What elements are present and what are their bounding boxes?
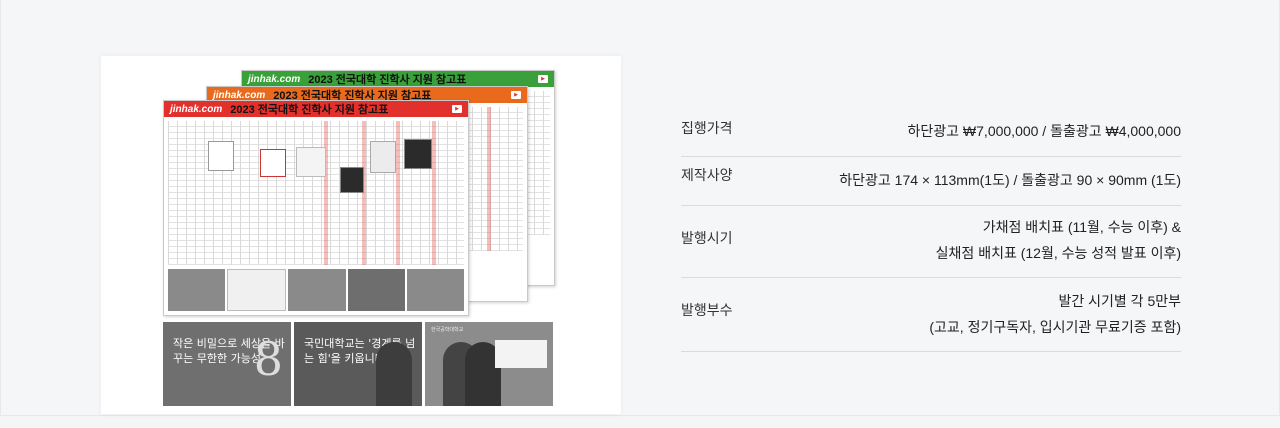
spec-label: 발행시기	[681, 230, 733, 246]
ad-preview-image: jinhak.com 2023 전국대학 진학사 지원 참고표 ▶ jinhak.c…	[101, 56, 621, 414]
sheet-chip: ▶	[511, 91, 521, 99]
popout-ad-thumb	[296, 147, 326, 177]
spec-row-price: 집행가격 하단광고 ₩7,000,000 / 돌출광고 ₩4,000,000	[681, 108, 1181, 157]
sheet-brand: jinhak.com	[170, 103, 223, 115]
ad-spec-table: 집행가격 하단광고 ₩7,000,000 / 돌출광고 ₩4,000,000 제…	[681, 108, 1181, 352]
sheet-chip: ▶	[538, 75, 548, 83]
highlight-column	[396, 121, 400, 265]
spec-label: 집행가격	[681, 120, 733, 136]
spec-value: 하단광고 174 × 113mm(1도) / 돌출광고 90 × 90mm (1…	[839, 172, 1181, 188]
sheet-brand: jinhak.com	[248, 73, 301, 85]
spec-label: 제작사양	[681, 167, 733, 183]
spec-row-size: 제작사양 하단광고 174 × 113mm(1도) / 돌출광고 90 × 90…	[681, 157, 1181, 206]
university-ad-3: 한국공학대학교	[425, 322, 553, 406]
highlight-column	[487, 107, 491, 251]
spec-row-timing: 발행시기 가채점 배치표 (11월, 수능 이후) & 실채점 배치표 (12월…	[681, 206, 1181, 278]
spec-value: 하단광고 ₩7,000,000 / 돌출광고 ₩4,000,000	[907, 123, 1181, 139]
content-frame: jinhak.com 2023 전국대학 진학사 지원 참고표 ▶ jinhak.c…	[0, 0, 1280, 416]
spec-row-copies: 발행부수 발간 시기별 각 5만부 (고교, 정기구독자, 입시기관 무료기증 …	[681, 278, 1181, 352]
sheet-title: 2023 전국대학 진학사 지원 참고표	[230, 104, 389, 116]
ad-text: 한국공학대학교	[431, 327, 464, 333]
popout-ad-thumb	[404, 139, 432, 169]
spec-label: 발행부수	[681, 302, 733, 318]
chart-sheet-red: jinhak.com 2023 전국대학 진학사 지원 참고표 ▶	[163, 100, 469, 316]
bottom-ad-strip	[168, 269, 465, 311]
popout-ad-thumb	[370, 141, 396, 173]
spec-value-line: 발간 시기별 각 5만부	[1058, 293, 1182, 309]
university-ad-2: 국민대학교는 '경계를 넘는 힘'을 키웁니다	[294, 322, 422, 406]
spec-value-line: (고교, 정기구독자, 입시기관 무료기증 포함)	[929, 319, 1181, 335]
spec-value-line: 실채점 배치표 (12월, 수능 성적 발표 이후)	[935, 245, 1181, 261]
spec-value: 발간 시기별 각 5만부 (고교, 정기구독자, 입시기관 무료기증 포함)	[929, 278, 1181, 340]
highlight-column	[432, 121, 436, 265]
highlight-column	[362, 121, 366, 265]
popout-ad-thumb	[208, 141, 234, 171]
ad-info-panel	[495, 340, 547, 368]
sheet-chip: ▶	[452, 105, 462, 113]
highlight-column	[324, 121, 328, 265]
sheet-title: 2023 전국대학 진학사 지원 참고표	[308, 74, 467, 86]
sheet-brand: jinhak.com	[213, 89, 266, 101]
bottom-ads: 작은 비밀으로 세상을 바꾸는 무한한 가능성 8 국민대학교는 '경계를 넘는…	[163, 322, 553, 406]
popout-ad-thumb	[340, 167, 364, 193]
spec-value-line: 가채점 배치표 (11월, 수능 이후) &	[982, 219, 1181, 235]
university-ad-1: 작은 비밀으로 세상을 바꾸는 무한한 가능성 8	[163, 322, 291, 406]
popout-ad-thumb	[260, 149, 286, 177]
ad-model-photo	[376, 342, 412, 406]
ad-graphic: 8	[253, 332, 283, 386]
spec-value: 가채점 배치표 (11월, 수능 이후) & 실채점 배치표 (12월, 수능 …	[936, 206, 1181, 266]
